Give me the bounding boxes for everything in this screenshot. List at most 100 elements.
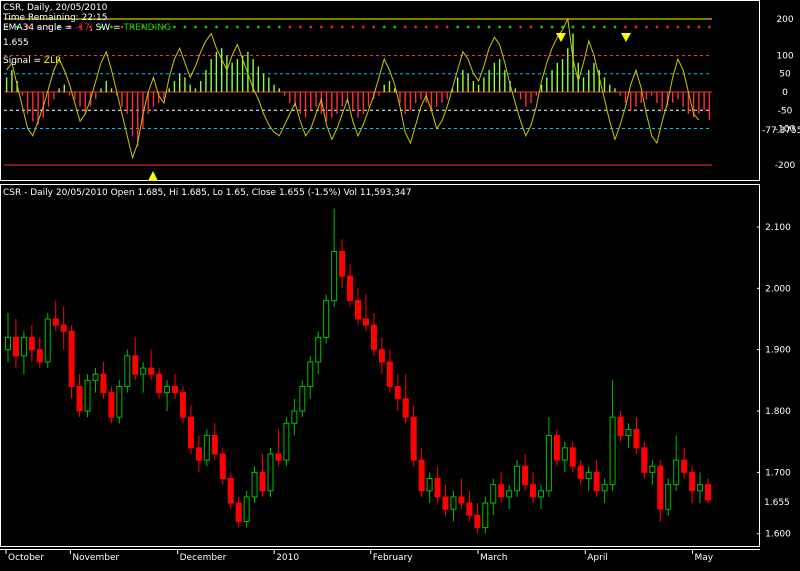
trend-dot: [183, 25, 187, 29]
candle-body: [275, 453, 282, 461]
candle-body: [593, 471, 600, 492]
ema-value: -17: [75, 23, 90, 33]
trend-dot: [445, 25, 449, 29]
trend-dot: [697, 25, 701, 29]
trend-dot: [434, 25, 439, 29]
candle-body: [132, 355, 139, 375]
trend-dot: [571, 25, 575, 29]
trend-dot: [529, 25, 533, 29]
candle-body: [100, 373, 107, 394]
candle-body: [108, 392, 115, 418]
candle-body: [490, 484, 497, 504]
candle-body: [458, 496, 465, 504]
candle-body: [291, 410, 298, 424]
candle-body: [243, 496, 250, 522]
indicator-y-tick: 0: [782, 88, 788, 98]
price-y-tick: 1.600: [765, 530, 791, 540]
trend-dot: [382, 25, 386, 29]
x-tick-label: December: [180, 553, 227, 563]
candle-body: [386, 361, 393, 387]
candle-body: [44, 318, 51, 363]
trend-dot: [246, 25, 250, 29]
candle-body: [482, 502, 489, 529]
trend-dot: [623, 25, 628, 29]
price-header: CSR - Daily 20/05/2010 Open 1.685, Hi 1.…: [3, 188, 411, 198]
trend-dot: [340, 25, 344, 29]
candle-body: [665, 484, 672, 510]
indicator-histogram: [5, 33, 711, 147]
x-tick-label: April: [587, 553, 608, 563]
x-tick-label: May: [695, 553, 714, 563]
price-y-axis: 2.100 2.000 1.900 1.800 1.700 1.600: [757, 223, 791, 540]
candle-body: [140, 367, 147, 375]
indicator-y-tick: 200: [776, 15, 793, 25]
x-tick-label: 2010: [276, 553, 299, 563]
trend-dot: [288, 25, 292, 29]
candle-body: [673, 459, 680, 486]
signal-line: Signal = ZLR: [3, 56, 61, 66]
signal-triangle-up: [148, 171, 158, 181]
candle-body: [378, 349, 385, 363]
candle-body: [633, 428, 640, 449]
price-panel-frame: [0, 184, 760, 547]
current-price-label: 1.655: [764, 498, 790, 508]
trend-dot: [393, 25, 397, 29]
candle-body: [251, 471, 258, 498]
trend-dot: [298, 25, 303, 29]
candle-body: [362, 318, 369, 326]
candle-body: [68, 330, 75, 387]
trend-dot: [592, 25, 596, 29]
trend-dot: [330, 25, 334, 29]
candle-body: [36, 349, 43, 363]
trend-dot: [319, 25, 323, 29]
trend-dot: [372, 25, 376, 29]
candle-body: [60, 324, 67, 332]
trend-dot: [413, 25, 418, 29]
candle-body: [561, 447, 568, 461]
candle-body: [649, 465, 656, 473]
cci-line: [6, 17, 700, 160]
indicator-y-tick: -200: [775, 161, 796, 171]
candle-body: [283, 422, 290, 461]
candlesticks: [4, 208, 712, 534]
trend-dot: [351, 25, 355, 29]
candle-body: [227, 478, 234, 504]
x-axis-months: October November December 2010 February March…: [5, 549, 714, 563]
candle-body: [156, 373, 163, 394]
candle-body: [474, 514, 481, 529]
candle-body: [315, 336, 322, 363]
candle-body: [28, 336, 35, 351]
x-tick-label: October: [8, 553, 44, 563]
trend-dot: [309, 25, 313, 29]
trend-dot: [277, 25, 282, 29]
trend-dot: [581, 25, 586, 29]
trend-dot: [602, 25, 607, 29]
candle-body: [347, 275, 354, 302]
candle-body: [537, 490, 544, 498]
indicator-current-value: -77.3755: [762, 126, 800, 136]
candle-body: [172, 385, 179, 394]
trend-dot: [235, 25, 240, 29]
signal-value: ZLR: [44, 56, 61, 66]
candle-body: [339, 250, 346, 277]
candle-body: [410, 416, 417, 461]
candle-body: [569, 447, 576, 467]
candle-body: [164, 385, 171, 394]
candle-body: [267, 453, 274, 492]
candle-body: [657, 465, 664, 510]
price-y-tick: 2.100: [765, 223, 791, 233]
trend-dot: [424, 25, 428, 29]
price-y-tick: 1.700: [765, 468, 791, 478]
candle-body: [609, 416, 616, 486]
candle-body: [601, 484, 608, 492]
candle-body: [514, 465, 521, 492]
candle-body: [641, 447, 648, 473]
candle-body: [84, 379, 91, 412]
candle-body: [617, 416, 624, 437]
ema-angle-line: EMA34 angle = -17, SW = TRENDING: [3, 23, 171, 33]
x-tick-label: February: [373, 553, 414, 563]
candle-body: [179, 392, 186, 418]
candle-body: [235, 502, 242, 522]
ema-prefix: EMA34 angle =: [3, 23, 75, 33]
trend-dot: [214, 25, 219, 29]
